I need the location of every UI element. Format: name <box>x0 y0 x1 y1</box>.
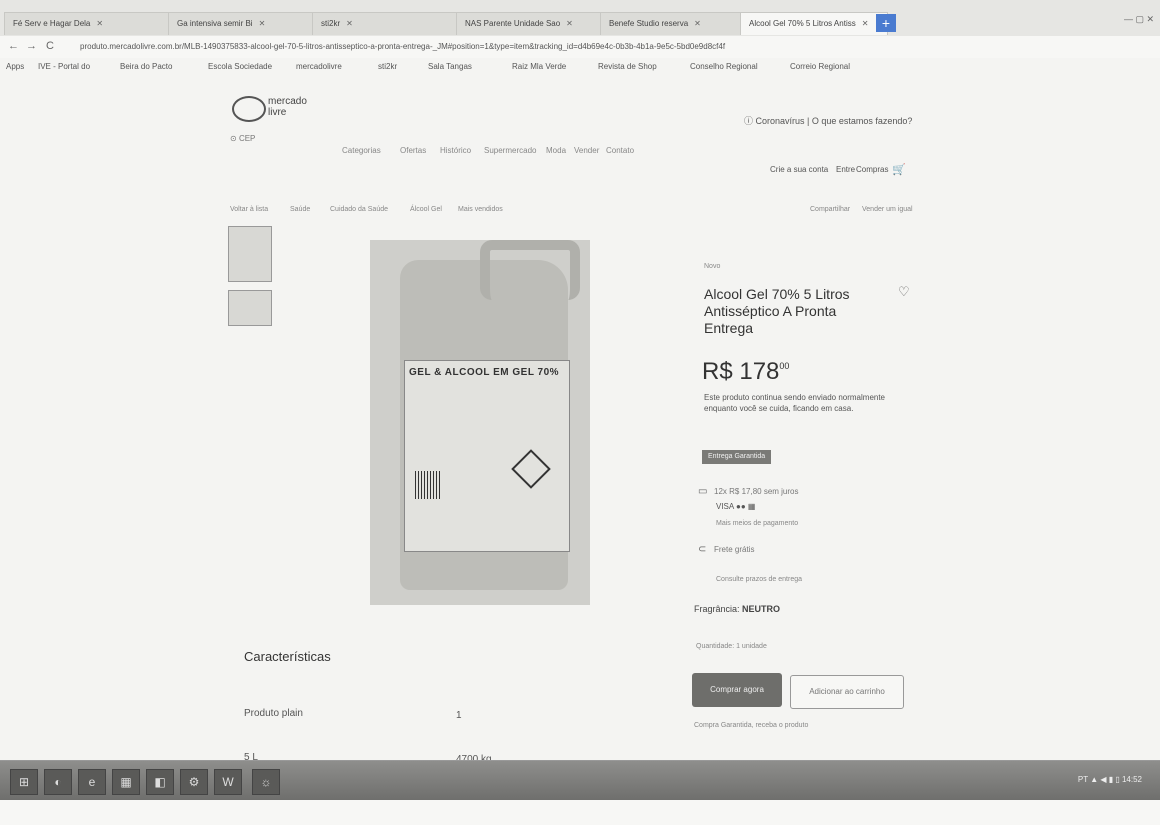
reload-icon[interactable]: C <box>46 40 54 52</box>
shipping-text: Frete grátis <box>714 545 755 554</box>
product-thumbnail[interactable] <box>228 290 272 326</box>
media-icon[interactable]: ◐ <box>44 769 72 795</box>
bookmark-item[interactable]: Raiz Mla Verde <box>512 62 566 71</box>
bookmark-item[interactable]: Conselho Regional <box>690 62 758 71</box>
page-margin <box>0 800 1160 825</box>
browser-tab-active[interactable]: Alcool Gel 70% 5 Litros Antiss ✕ <box>740 12 888 35</box>
browser-tab[interactable]: NAS Parente Unidade Sao ✕ <box>456 12 604 35</box>
installments-text: 12x R$ 17,80 sem juros <box>714 487 799 496</box>
breadcrumb-item[interactable]: Saúde <box>290 206 310 213</box>
explorer-icon[interactable]: ▦ <box>112 769 140 795</box>
close-icon[interactable]: ✕ <box>259 19 266 28</box>
login-link[interactable]: Entre <box>836 165 855 174</box>
browser-tab[interactable]: Benefe Studio reserva ✕ <box>600 12 748 35</box>
characteristic-label: Produto plain <box>244 708 303 719</box>
breadcrumb-item[interactable]: Cuidado da Saúde <box>330 206 388 213</box>
product-notice: Este produto continua sendo enviado norm… <box>704 393 886 413</box>
bookmark-item[interactable]: IVE - Portal do <box>38 62 90 71</box>
start-icon[interactable]: ⊞ <box>10 769 38 795</box>
nav-link[interactable]: Categorias <box>342 146 381 155</box>
window-controls[interactable]: — ▢ ✕ <box>1124 14 1154 25</box>
shipping-link[interactable]: Consulte prazos de entrega <box>716 576 802 583</box>
cart-icon[interactable]: 🛒 <box>892 163 906 176</box>
chrome-icon[interactable]: ☼ <box>252 769 280 795</box>
nav-link[interactable]: Supermercado <box>484 146 536 155</box>
breadcrumb-item[interactable]: Álcool Gel <box>410 206 442 213</box>
location-cep[interactable]: ⊙ CEP <box>230 134 255 143</box>
bookmark-item[interactable]: Escola Sociedade <box>208 62 272 71</box>
close-icon[interactable]: ✕ <box>346 19 353 28</box>
nav-link[interactable]: Moda <box>546 146 566 155</box>
bookmarks-bar: Apps IVE - Portal do Beira do Pacto Esco… <box>0 58 1160 79</box>
characteristics-title: Características <box>244 649 331 664</box>
bookmark-item[interactable]: sti2kr <box>378 62 397 71</box>
create-account-link[interactable]: Crie a sua conta <box>770 165 828 174</box>
jug-handle <box>480 240 580 300</box>
sell-similar-link[interactable]: Vender um igual <box>862 206 913 213</box>
site-header <box>0 78 1160 188</box>
heart-icon[interactable]: ♡ <box>898 284 910 300</box>
credit-card-icon: ▭ <box>698 486 708 497</box>
flammable-icon <box>511 449 551 489</box>
delivery-badge: Entrega Garantida <box>702 450 772 464</box>
product-title: Alcool Gel 70% 5 Litros Antisséptico A P… <box>704 286 850 336</box>
bookmark-item[interactable]: Sala Tangas <box>428 62 472 71</box>
nav-link[interactable]: Contato <box>606 146 634 155</box>
bookmark-item[interactable]: Correio Regional <box>790 62 850 71</box>
settings-icon[interactable]: ⚙ <box>180 769 208 795</box>
forward-icon[interactable]: → <box>26 40 37 52</box>
ie-icon[interactable]: e <box>78 769 106 795</box>
product-condition: Novo <box>704 263 721 270</box>
nav-link[interactable]: Vender <box>574 146 599 155</box>
logo-text: mercado <box>268 96 307 107</box>
bookmark-item[interactable]: mercadolivre <box>296 62 342 71</box>
guarantee-text: Compra Garantida, receba o produto <box>694 722 809 729</box>
word-icon[interactable]: W <box>214 769 242 795</box>
mercadolivre-logo[interactable]: mercado livre <box>232 94 322 122</box>
product-price: R$ 17800 <box>702 358 790 385</box>
bookmark-item[interactable]: Revista de Shop <box>598 62 657 71</box>
breadcrumb-item[interactable]: Voltar à lista <box>230 206 268 213</box>
jug-label-text: GEL & ALCOOL EM GEL 70% <box>409 367 560 378</box>
buy-now-button[interactable]: Comprar agora <box>692 673 782 707</box>
new-tab-button[interactable]: + <box>876 14 896 32</box>
address-bar: ← → C produto.mercadolivre.com.br/MLB-14… <box>0 36 1160 59</box>
close-icon[interactable]: ✕ <box>96 19 103 28</box>
url-field[interactable]: produto.mercadolivre.com.br/MLB-14903758… <box>80 39 1030 55</box>
nav-link[interactable]: Ofertas <box>400 146 426 155</box>
barcode-icon <box>415 471 441 499</box>
logo-text: livre <box>268 107 287 118</box>
quantity-select[interactable]: Quantidade: 1 unidade <box>696 643 767 650</box>
system-tray[interactable]: PT ▲ ◀ ▮ ▯ 14:52 <box>1078 775 1142 784</box>
browser-tab[interactable]: sti2kr ✕ <box>312 12 460 35</box>
nav-link[interactable]: Histórico <box>440 146 471 155</box>
info-icon: ⓘ <box>744 116 756 126</box>
purchases-link[interactable]: Compras <box>856 165 888 174</box>
app-icon[interactable]: ◧ <box>146 769 174 795</box>
back-icon[interactable]: ← <box>8 40 19 52</box>
windows-taskbar: ⊞ ◐ e ▦ ◧ ⚙ W ☼ PT ▲ ◀ ▮ ▯ 14:52 <box>0 760 1160 801</box>
bookmark-item[interactable]: Beira do Pacto <box>120 62 172 71</box>
handshake-icon <box>232 96 266 122</box>
jug-label: GEL & ALCOOL EM GEL 70% <box>404 360 570 552</box>
share-link[interactable]: Compartilhar <box>810 206 850 213</box>
close-icon[interactable]: ✕ <box>694 19 701 28</box>
breadcrumb-item[interactable]: Mais vendidos <box>458 206 503 213</box>
more-payment-link[interactable]: Mais meios de pagamento <box>716 520 798 527</box>
close-icon[interactable]: ✕ <box>862 19 869 28</box>
browser-tab[interactable]: Ga intensiva semir Bi ✕ <box>168 12 316 35</box>
bookmark-item[interactable]: Apps <box>6 62 24 71</box>
product-thumbnail[interactable] <box>228 226 272 282</box>
product-image[interactable]: GEL & ALCOOL EM GEL 70% <box>370 240 590 605</box>
add-to-cart-button[interactable]: Adicionar ao carrinho <box>790 675 904 709</box>
pin-icon: ⊙ <box>230 134 239 143</box>
close-icon[interactable]: ✕ <box>566 19 573 28</box>
card-brand-icons: VISA ●● ▦ <box>716 502 756 511</box>
characteristic-value: 1 <box>456 710 462 721</box>
fragrance-option[interactable]: Fragrância: NEUTRO <box>694 604 780 614</box>
covid-banner-link[interactable]: ⓘ Coronavírus | O que estamos fazendo? <box>744 114 912 127</box>
truck-icon: ⊂ <box>698 544 707 555</box>
browser-tab[interactable]: Fé Serv e Hagar Dela ✕ <box>4 12 170 35</box>
browser-tab-bar: Fé Serv e Hagar Dela ✕ Ga intensiva semir… <box>0 0 1160 37</box>
